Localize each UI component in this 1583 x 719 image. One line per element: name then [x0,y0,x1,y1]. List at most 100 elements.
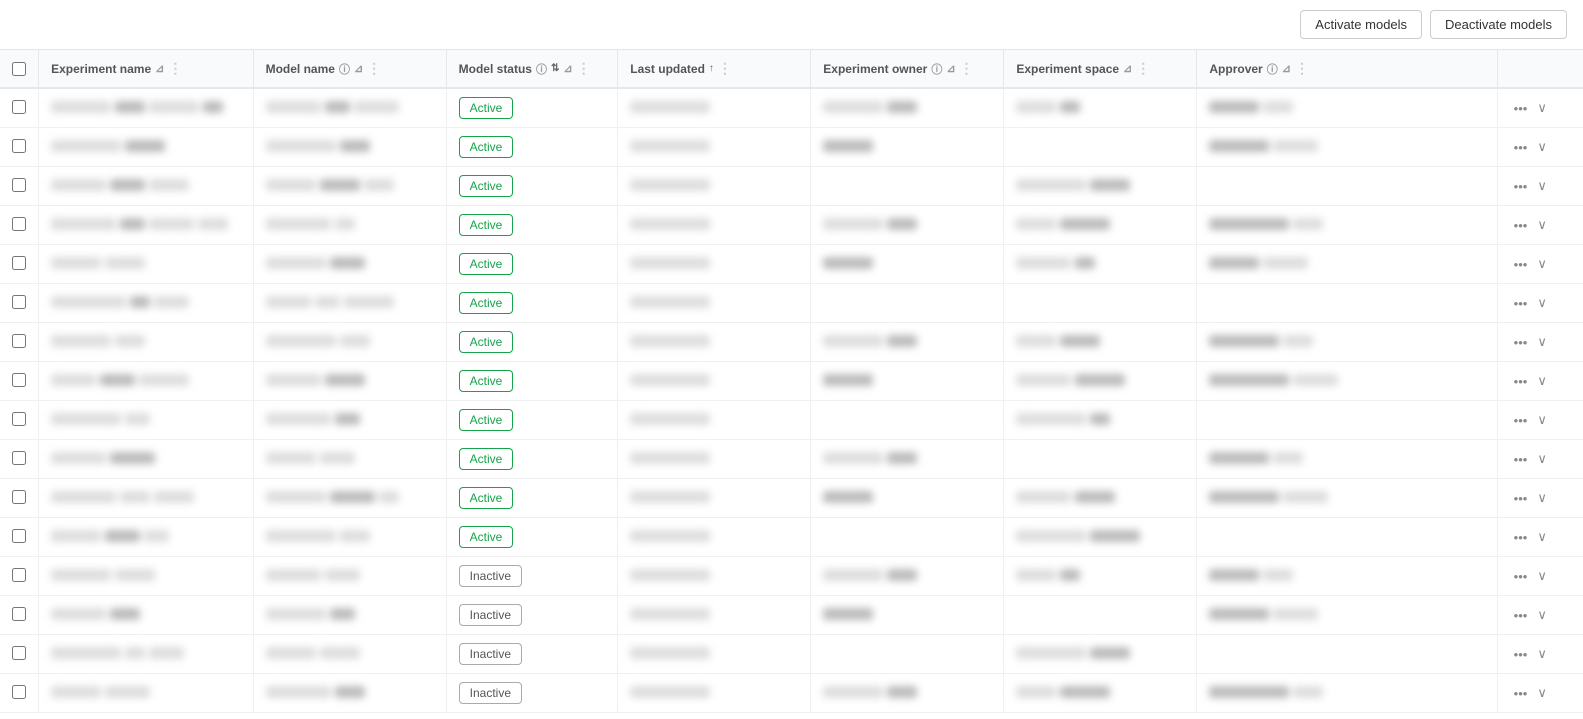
row-expand-button[interactable]: ∨ [1533,605,1551,625]
row-more-button[interactable]: ••• [1510,177,1532,196]
row-expand-button[interactable]: ∨ [1533,371,1551,391]
row-more-button[interactable]: ••• [1510,528,1532,547]
row-checkbox-cell[interactable] [0,167,39,206]
row-more-button[interactable]: ••• [1510,294,1532,313]
row-checkbox[interactable] [12,100,26,114]
table-row: Active ••• ∨ [0,88,1583,128]
row-expand-button[interactable]: ∨ [1533,566,1551,586]
experiment-space-resize[interactable]: ⋮ [1136,60,1150,77]
experiment-space-filter-icon[interactable]: ⊿ [1123,62,1132,75]
experiment-name-filter-icon[interactable]: ⊿ [155,62,164,75]
row-more-button[interactable]: ••• [1510,216,1532,235]
row-checkbox-cell[interactable] [0,128,39,167]
row-more-button[interactable]: ••• [1510,99,1532,118]
row-expand-button[interactable]: ∨ [1533,683,1551,703]
row-checkbox[interactable] [12,529,26,543]
top-bar: Activate models Deactivate models [0,0,1583,50]
row-more-button[interactable]: ••• [1510,645,1532,664]
row-checkbox[interactable] [12,685,26,699]
row-checkbox[interactable] [12,295,26,309]
approver-filter-icon[interactable]: ⊿ [1282,62,1291,75]
model-status-resize[interactable]: ⋮ [577,60,591,77]
approver-cell [1197,128,1497,167]
approver-resize[interactable]: ⋮ [1295,60,1309,77]
row-more-button[interactable]: ••• [1510,411,1532,430]
row-more-button[interactable]: ••• [1510,450,1532,469]
experiment-name-cell [39,362,253,401]
experiment-name-resize[interactable]: ⋮ [168,60,182,77]
actions-cell: ••• ∨ [1497,206,1583,245]
row-expand-button[interactable]: ∨ [1533,293,1551,313]
row-expand-button[interactable]: ∨ [1533,215,1551,235]
row-expand-button[interactable]: ∨ [1533,488,1551,508]
experiment-owner-cell [811,596,1004,635]
row-checkbox[interactable] [12,178,26,192]
experiment-owner-info-icon[interactable]: ⓘ [931,61,942,77]
row-expand-button[interactable]: ∨ [1533,254,1551,274]
deactivate-models-button[interactable]: Deactivate models [1430,10,1567,39]
row-more-button[interactable]: ••• [1510,489,1532,508]
row-expand-button[interactable]: ∨ [1533,98,1551,118]
row-more-button[interactable]: ••• [1510,372,1532,391]
row-checkbox-cell[interactable] [0,401,39,440]
model-name-filter-icon[interactable]: ⊿ [354,62,363,75]
row-checkbox-cell[interactable] [0,362,39,401]
last-updated-sort-icon[interactable]: ↑ [709,63,714,74]
row-checkbox[interactable] [12,451,26,465]
model-name-resize[interactable]: ⋮ [367,60,381,77]
row-checkbox-cell[interactable] [0,88,39,128]
row-checkbox[interactable] [12,373,26,387]
last-updated-resize[interactable]: ⋮ [718,60,732,77]
row-expand-button[interactable]: ∨ [1533,644,1551,664]
row-checkbox[interactable] [12,490,26,504]
row-checkbox-cell[interactable] [0,245,39,284]
experiment-owner-resize[interactable]: ⋮ [960,60,974,77]
row-checkbox-cell[interactable] [0,635,39,674]
row-expand-button[interactable]: ∨ [1533,527,1551,547]
row-checkbox[interactable] [12,256,26,270]
row-checkbox[interactable] [12,334,26,348]
row-more-button[interactable]: ••• [1510,138,1532,157]
last-updated-cell [618,245,811,284]
row-more-button[interactable]: ••• [1510,684,1532,703]
model-status-filter-icon[interactable]: ⊿ [563,62,572,75]
row-checkbox[interactable] [12,607,26,621]
row-checkbox-cell[interactable] [0,596,39,635]
last-updated-cell [618,167,811,206]
header-last-updated: Last updated ↑ ⋮ [618,50,811,88]
table-row: Active ••• ∨ [0,245,1583,284]
row-checkbox-cell[interactable] [0,518,39,557]
experiment-owner-cell [811,518,1004,557]
select-all-checkbox[interactable] [12,62,26,76]
row-expand-button[interactable]: ∨ [1533,137,1551,157]
row-more-button[interactable]: ••• [1510,606,1532,625]
row-checkbox-cell[interactable] [0,440,39,479]
activate-models-button[interactable]: Activate models [1300,10,1422,39]
model-status-info-icon[interactable]: ⓘ [536,61,547,77]
row-expand-button[interactable]: ∨ [1533,410,1551,430]
row-more-button[interactable]: ••• [1510,333,1532,352]
row-checkbox-cell[interactable] [0,557,39,596]
experiment-owner-filter-icon[interactable]: ⊿ [946,62,955,75]
row-expand-button[interactable]: ∨ [1533,449,1551,469]
row-checkbox[interactable] [12,217,26,231]
row-checkbox-cell[interactable] [0,323,39,362]
row-expand-button[interactable]: ∨ [1533,176,1551,196]
row-checkbox[interactable] [12,139,26,153]
row-checkbox-cell[interactable] [0,206,39,245]
experiment-name-cell [39,518,253,557]
row-checkbox-cell[interactable] [0,284,39,323]
approver-info-icon[interactable]: ⓘ [1267,61,1278,77]
row-checkbox[interactable] [12,646,26,660]
model-name-info-icon[interactable]: ⓘ [339,61,350,77]
model-status-sort-icon[interactable]: ⇅ [551,63,559,74]
row-checkbox-cell[interactable] [0,479,39,518]
experiment-space-cell [1004,518,1197,557]
row-expand-button[interactable]: ∨ [1533,332,1551,352]
row-checkbox[interactable] [12,412,26,426]
row-checkbox[interactable] [12,568,26,582]
row-more-button[interactable]: ••• [1510,567,1532,586]
model-status-cell: Active [446,518,618,557]
row-more-button[interactable]: ••• [1510,255,1532,274]
row-checkbox-cell[interactable] [0,674,39,713]
